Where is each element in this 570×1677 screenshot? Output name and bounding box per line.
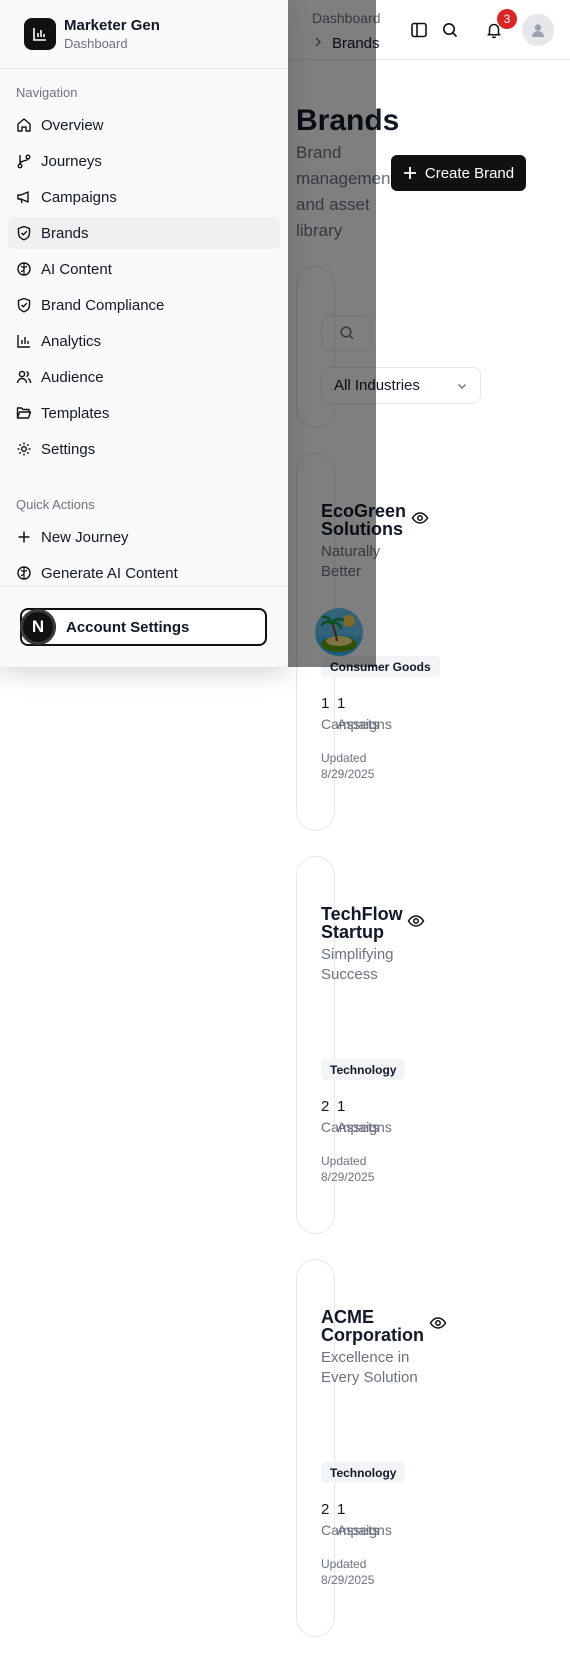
brand-industry-badge: Technology [321,1462,406,1483]
brain-icon [17,566,31,580]
eye-icon[interactable] [407,912,425,930]
sidebar-item-label: Analytics [41,332,102,350]
sidebar-item-templates[interactable]: Templates [8,397,280,429]
eye-icon[interactable] [429,1314,447,1332]
sidebar-item-label: Templates [41,404,110,422]
shield-check-icon [17,297,31,313]
account-settings-button[interactable]: Account Settings [20,608,267,646]
bar-chart-icon [17,335,30,348]
home-icon [17,118,31,132]
plus-icon [18,531,30,543]
brand-name: ACME Corporation [321,1307,424,1345]
sidebar-item-label: Journeys [41,152,102,170]
brand-tagline: Simplifying Success [321,946,394,983]
quick-action-label: New Journey [41,528,129,546]
user-avatar-button[interactable] [522,14,554,46]
sidebar-item-brand-compliance[interactable]: Brand Compliance [8,289,280,321]
brand-industry-badge: Technology [321,1059,406,1080]
app-name: Marketer Gen [64,17,160,34]
campaign-count: 2 [321,1098,330,1115]
app-subtitle: Dashboard [64,36,128,51]
account-avatar[interactable]: N [20,609,56,645]
assets-label: Assets [337,716,380,732]
sidebar-item-brands[interactable]: Brands [8,217,280,249]
account-settings-label: Account Settings [66,618,190,636]
sidebar-backdrop[interactable] [288,0,376,667]
quick-action-new-journey[interactable]: New Journey [8,521,280,553]
sidebar-toggle-button[interactable] [405,16,433,44]
sidebar-item-label: Overview [41,116,104,134]
campaign-count: 2 [321,1501,330,1518]
quick-actions-heading: Quick Actions [16,497,95,512]
git-branch-icon [17,154,31,169]
megaphone-icon [17,191,29,204]
sidebar-item-settings[interactable]: Settings [8,433,280,465]
app-logo [24,18,56,50]
plus-icon [403,167,416,179]
brain-icon [17,262,31,276]
sidebar-item-analytics[interactable]: Analytics [8,325,280,357]
sidebar-item-label: Audience [41,368,104,386]
bar-chart-icon [33,28,46,41]
users-icon [16,370,32,384]
brand-tagline: Excellence in Every Solution [321,1349,418,1386]
notification-count-badge: 3 [497,9,517,29]
sidebar-item-label: Brand Compliance [41,296,165,314]
create-brand-button[interactable]: Create Brand [391,155,526,191]
sidebar: Marketer Gen Dashboard Navigation Overvi… [0,0,288,667]
sidebar-item-label: Campaigns [41,188,117,206]
sidebar-header[interactable]: Marketer Gen Dashboard [0,0,288,69]
sidebar-item-label: Brands [41,224,89,242]
updated-date: Updated 8/29/2025 [321,751,375,781]
search-icon [443,23,458,38]
asset-count: 1 [337,1501,346,1518]
campaign-count: 1 [321,695,330,712]
sidebar-item-label: AI Content [41,260,112,278]
brand-name: TechFlow Startup [321,904,403,942]
assets-label: Assets [337,1522,380,1538]
folder-open-icon [16,407,32,419]
gear-icon [17,442,31,456]
quick-action-label: Generate AI Content [41,564,178,582]
asset-count: 1 [337,1098,346,1115]
user-icon [532,24,544,37]
search-button[interactable] [436,16,464,44]
sidebar-item-journeys[interactable]: Journeys [8,145,280,177]
updated-date: Updated 8/29/2025 [321,1154,375,1184]
quick-action-generate-ai-content[interactable]: Generate AI Content [8,557,280,589]
shield-check-icon [17,225,31,241]
eye-icon[interactable] [411,509,429,527]
sidebar-item-audience[interactable]: Audience [8,361,280,393]
sidebar-item-overview[interactable]: Overview [8,109,280,141]
sidebar-item-campaigns[interactable]: Campaigns [8,181,280,213]
nav-heading: Navigation [16,85,78,100]
sidebar-item-ai-content[interactable]: AI Content [8,253,280,285]
updated-date: Updated 8/29/2025 [321,1557,375,1587]
panel-left-icon [411,22,427,38]
create-brand-label: Create Brand [424,164,515,182]
assets-label: Assets [337,1119,380,1135]
sidebar-item-label: Settings [41,440,96,458]
asset-count: 1 [337,695,346,712]
chevron-down-icon [458,383,466,389]
